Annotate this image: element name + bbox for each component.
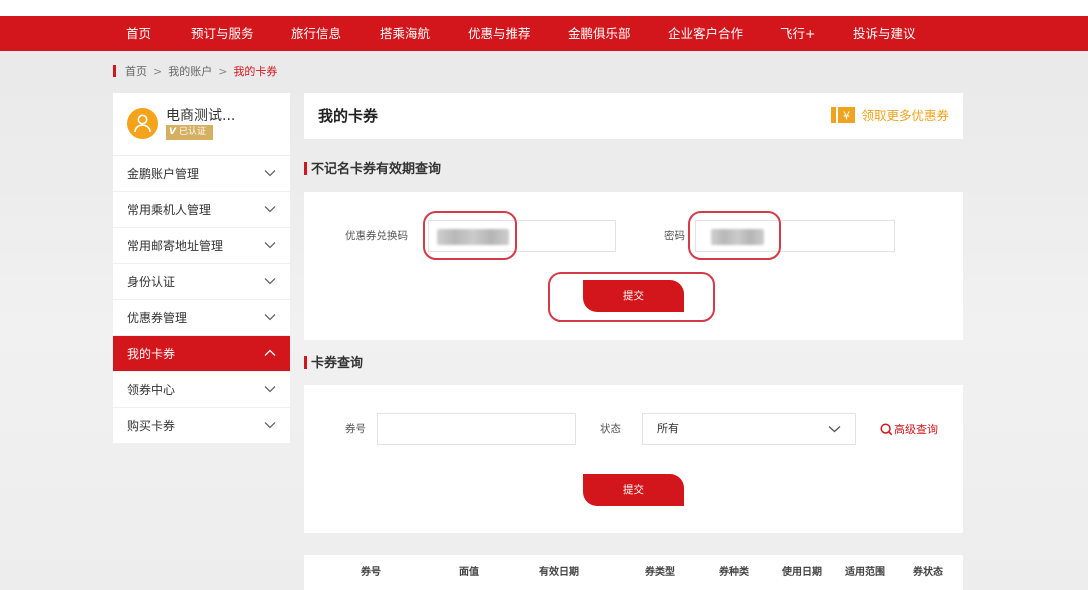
sidebar-item-buy-cards[interactable]: 购买卡券 — [113, 408, 290, 444]
account-sidebar: 电商测试... V 已认证 金鹏账户管理 常用乘机人管理 常用邮寄地址管理 身份认… — [113, 93, 290, 444]
sidebar-item-label: 我的卡券 — [127, 347, 176, 361]
user-profile: 电商测试... V 已认证 — [113, 93, 290, 156]
card-number-label: 券号 — [345, 423, 366, 435]
section-card-query-title: 卡券查询 — [304, 356, 363, 372]
highlight-annotation — [548, 272, 715, 322]
chevron-down-icon — [264, 170, 276, 177]
table-header-valid-date: 有效日期 — [539, 567, 579, 578]
main-nav: 首页 预订与服务 旅行信息 搭乘海航 优惠与推荐 金鹏俱乐部 企业客户合作 飞行… — [0, 16, 1088, 51]
status-select-value: 所有 — [657, 422, 679, 435]
breadcrumb-home[interactable]: 首页 — [125, 65, 147, 78]
coupon-icon-text: ¥ — [843, 110, 850, 123]
nav-fly-hainan[interactable]: 搭乘海航 — [380, 16, 430, 51]
status-label: 状态 — [600, 423, 621, 435]
query-submit-button[interactable]: 提交 — [583, 474, 684, 506]
table-header-face-value: 面值 — [459, 567, 479, 578]
chevron-down-icon — [828, 426, 841, 433]
section-anonymous-card-query-title: 不记名卡券有效期查询 — [304, 162, 441, 178]
username: 电商测试... — [166, 108, 236, 124]
sidebar-item-mailing-addresses[interactable]: 常用邮寄地址管理 — [113, 228, 290, 264]
nav-fortune-wings-club[interactable]: 金鹏俱乐部 — [568, 16, 631, 51]
verified-label: 已认证 — [178, 127, 206, 137]
card-query-form: 券号 状态 所有 高级查询 提交 — [304, 385, 963, 533]
nav-offers[interactable]: 优惠与推荐 — [468, 16, 531, 51]
nav-corporate[interactable]: 企业客户合作 — [668, 16, 743, 51]
advanced-search-label: 高级查询 — [894, 423, 938, 436]
verified-mark: V — [169, 127, 176, 137]
table-header-card-kind: 券种类 — [719, 567, 749, 578]
breadcrumb-current: 我的卡券 — [233, 65, 278, 78]
user-icon — [134, 114, 151, 133]
sidebar-item-label: 常用乘机人管理 — [127, 203, 212, 217]
breadcrumb-separator: > — [153, 65, 163, 78]
breadcrumb-account[interactable]: 我的账户 — [168, 65, 212, 78]
sidebar-item-label: 身份认证 — [127, 275, 176, 289]
page-header-card: 我的卡券 ¥ 领取更多优惠券 — [304, 93, 963, 139]
results-table: 券号 面值 有效日期 券类型 券种类 使用日期 适用范围 券状态 — [304, 555, 963, 590]
sidebar-item-label: 常用邮寄地址管理 — [127, 239, 224, 253]
section-title-text: 卡券查询 — [311, 356, 364, 371]
avatar[interactable] — [127, 108, 158, 139]
status-select[interactable]: 所有 — [642, 413, 856, 445]
breadcrumb: 首页 > 我的账户 > 我的卡券 — [113, 64, 277, 80]
nav-booking-service[interactable]: 预订与服务 — [191, 16, 254, 51]
chevron-down-icon — [264, 422, 276, 429]
sidebar-item-coupon-center[interactable]: 领券中心 — [113, 372, 290, 408]
section-marker — [304, 356, 307, 369]
table-header-status: 券状态 — [913, 567, 943, 578]
coupon-icon: ¥ — [831, 107, 856, 123]
sidebar-item-identity-verification[interactable]: 身份认证 — [113, 264, 290, 300]
table-header-card-type: 券类型 — [645, 567, 675, 578]
chevron-down-icon — [264, 278, 276, 285]
advanced-search-link[interactable]: 高级查询 — [880, 422, 938, 438]
verified-badge: V 已认证 — [166, 125, 213, 140]
coupon-code-label: 优惠券兑换码 — [345, 230, 408, 242]
page-title: 我的卡券 — [318, 107, 379, 125]
section-title-text: 不记名卡券有效期查询 — [311, 162, 442, 177]
more-coupons-link[interactable]: ¥ 领取更多优惠券 — [831, 93, 949, 139]
chevron-down-icon — [264, 206, 276, 213]
breadcrumb-marker — [113, 65, 116, 77]
search-icon — [880, 423, 893, 436]
nav-fly-plus[interactable]: 飞行+ — [780, 16, 815, 51]
chevron-down-icon — [264, 386, 276, 393]
chevron-down-icon — [264, 242, 276, 249]
table-header-scope: 适用范围 — [845, 567, 885, 578]
table-header-use-date: 使用日期 — [782, 567, 822, 578]
anonymous-card-query-form: 优惠券兑换码 密码 提交 — [304, 192, 963, 340]
top-strip — [0, 0, 1088, 16]
sidebar-item-my-cards[interactable]: 我的卡券 — [113, 336, 290, 372]
section-marker — [304, 162, 307, 175]
table-header-card-number: 券号 — [361, 567, 381, 578]
sidebar-item-frequent-passengers[interactable]: 常用乘机人管理 — [113, 192, 290, 228]
sidebar-item-label: 领券中心 — [127, 383, 176, 397]
nav-complaints[interactable]: 投诉与建议 — [853, 16, 916, 51]
sidebar-item-fortune-wings-account[interactable]: 金鹏账户管理 — [113, 156, 290, 192]
password-label: 密码 — [664, 230, 685, 242]
chevron-up-icon — [264, 349, 276, 356]
more-coupons-label: 领取更多优惠券 — [861, 108, 949, 123]
chevron-down-icon — [264, 314, 276, 321]
sidebar-item-coupon-management[interactable]: 优惠券管理 — [113, 300, 290, 336]
card-number-input[interactable] — [377, 413, 576, 445]
breadcrumb-separator: > — [218, 65, 228, 78]
nav-travel-info[interactable]: 旅行信息 — [291, 16, 341, 51]
sidebar-item-label: 购买卡券 — [127, 419, 176, 433]
sidebar-item-label: 优惠券管理 — [127, 311, 188, 325]
highlight-annotation — [688, 211, 781, 260]
sidebar-item-label: 金鹏账户管理 — [127, 167, 200, 181]
nav-home[interactable]: 首页 — [126, 16, 151, 51]
highlight-annotation — [423, 211, 517, 260]
